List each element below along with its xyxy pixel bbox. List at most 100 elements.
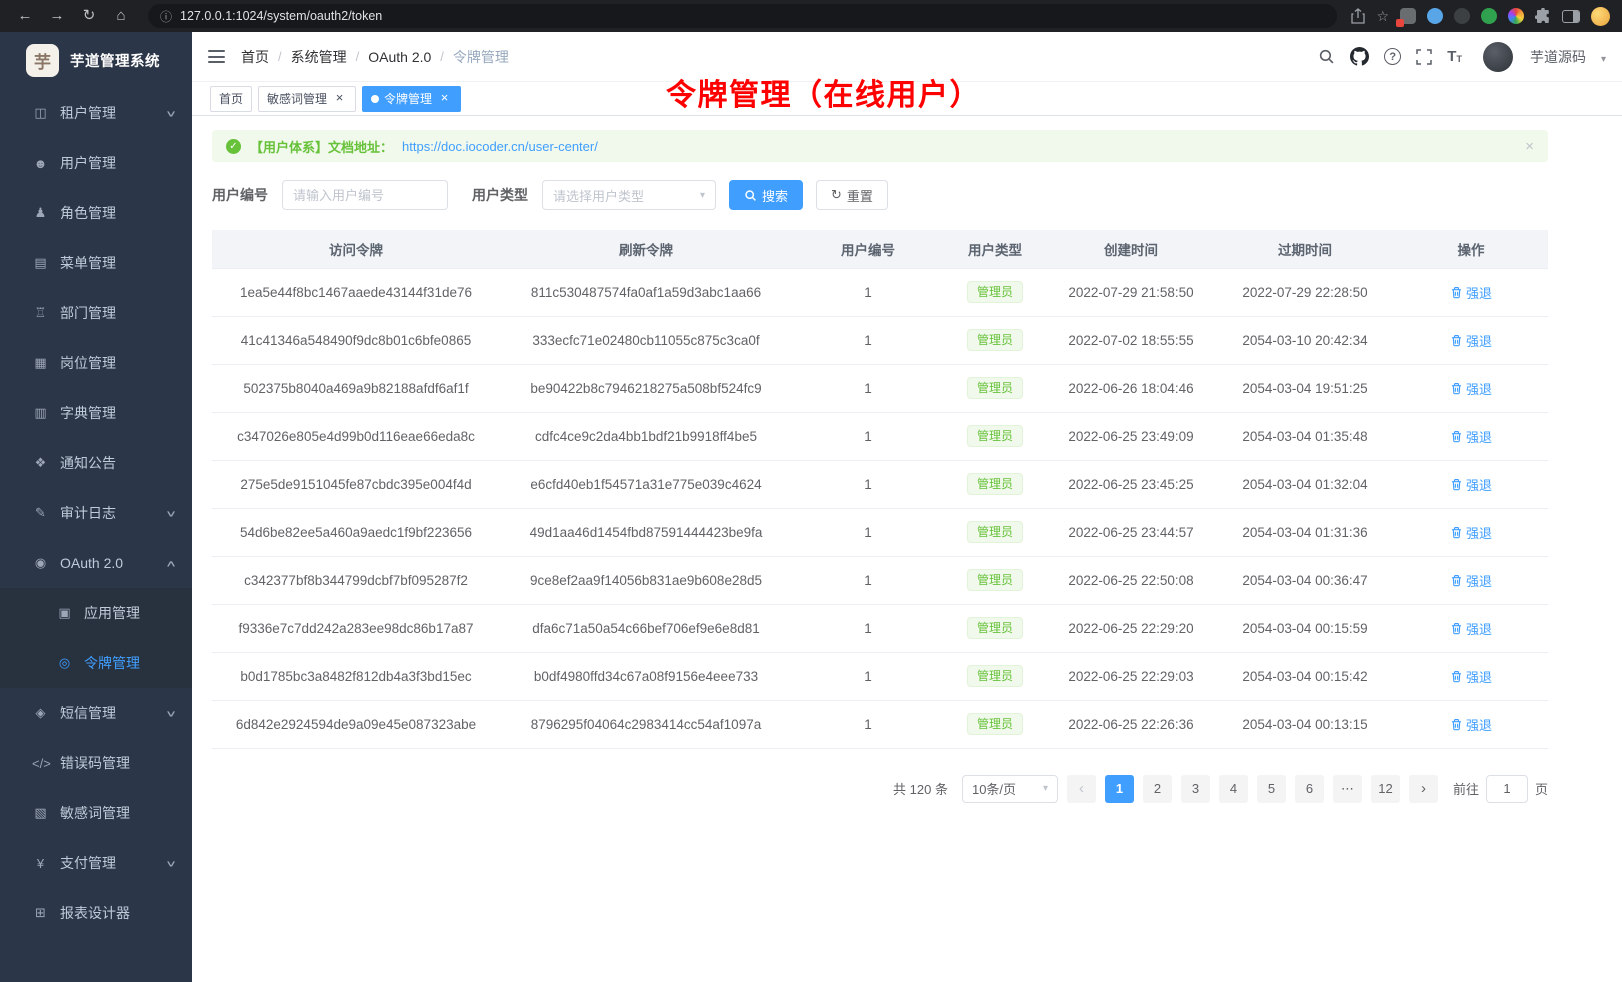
doc-link[interactable]: https://doc.iocoder.cn/user-center/ — [402, 139, 598, 154]
sidebar-item-sms[interactable]: ◈短信管理∨ — [0, 688, 192, 738]
sidebar-item-dept[interactable]: ♖部门管理 — [0, 288, 192, 338]
user-type-cell: 管理员 — [944, 508, 1046, 556]
browser-refresh-icon[interactable]: ↻ — [76, 4, 102, 28]
breadcrumb-separator: / — [356, 49, 360, 64]
search-icon[interactable] — [1318, 48, 1335, 65]
force-logout-label: 强退 — [1466, 523, 1492, 542]
page-size-select[interactable]: 10条/页 ▾ — [962, 775, 1058, 803]
sidebar-item-oauth2[interactable]: ◉OAuth 2.0∧ — [0, 538, 192, 588]
sidebar: 芋 芋道管理系统 ◫租户管理∨☻用户管理♟角色管理▤菜单管理♖部门管理▦岗位管理… — [0, 32, 192, 982]
user-id-input[interactable] — [282, 180, 448, 210]
user-type-cell: 管理员 — [944, 316, 1046, 364]
reset-button[interactable]: ↻ 重置 — [816, 180, 888, 210]
address-bar[interactable]: ⓘ 127.0.0.1:1024/system/oauth2/token — [148, 4, 1337, 28]
breadcrumb-item[interactable]: OAuth 2.0 — [368, 49, 431, 65]
force-logout-button[interactable]: 强退 — [1450, 331, 1492, 350]
force-logout-button[interactable]: 强退 — [1450, 715, 1492, 734]
pagination: 共 120 条 10条/页 ▾ ‹ 123456⋯12 › 前往 页 — [212, 775, 1548, 803]
app-logo[interactable]: 芋 芋道管理系统 — [0, 32, 192, 88]
sidebar-item-pay[interactable]: ¥支付管理∨ — [0, 838, 192, 888]
bookmark-star-icon[interactable]: ☆ — [1376, 8, 1389, 25]
browser-forward-icon[interactable]: → — [44, 4, 70, 28]
user-type-badge: 管理员 — [967, 281, 1023, 303]
sidebar-item-report-designer[interactable]: ⊞报表设计器 — [0, 888, 192, 938]
alert-close-icon[interactable]: × — [1525, 138, 1534, 155]
tab-sensitive-word[interactable]: 敏感词管理 × — [258, 86, 356, 112]
expire-time-cell: 2054-03-04 01:35:48 — [1216, 412, 1394, 460]
extension-rainbow-icon[interactable] — [1508, 8, 1524, 24]
browser-home-icon[interactable]: ⌂ — [108, 4, 134, 28]
force-logout-button[interactable]: 强退 — [1450, 475, 1492, 494]
sidebar-item-user[interactable]: ☻用户管理 — [0, 138, 192, 188]
fullscreen-icon[interactable] — [1416, 49, 1432, 65]
user-icon: ☻ — [32, 156, 49, 171]
force-logout-button[interactable]: 强退 — [1450, 667, 1492, 686]
tags-view: 首页敏感词管理 × 令牌管理 × — [192, 82, 1622, 116]
breadcrumb-separator: / — [440, 49, 444, 64]
access-token-cell: 41c41346a548490f9dc8b01c6bfe0865 — [212, 316, 500, 364]
sidebar-item-post[interactable]: ▦岗位管理 — [0, 338, 192, 388]
sidebar-item-sensitive-word[interactable]: ▧敏感词管理 — [0, 788, 192, 838]
created-time-cell: 2022-06-25 22:29:20 — [1046, 604, 1216, 652]
page-button-2[interactable]: 2 — [1143, 775, 1172, 803]
next-page-button[interactable]: › — [1409, 775, 1438, 803]
sidebar-item-notice[interactable]: ❖通知公告 — [0, 438, 192, 488]
breadcrumb-item[interactable]: 系统管理 — [291, 47, 347, 67]
sidebar-item-menu[interactable]: ▤菜单管理 — [0, 238, 192, 288]
pagination-more-button[interactable]: ⋯ — [1333, 775, 1362, 803]
extension-green-icon[interactable] — [1481, 8, 1497, 24]
breadcrumb-item[interactable]: 首页 — [241, 47, 269, 67]
tab-home[interactable]: 首页 — [210, 86, 252, 112]
force-logout-button[interactable]: 强退 — [1450, 427, 1492, 446]
force-logout-button[interactable]: 强退 — [1450, 619, 1492, 638]
force-logout-button[interactable]: 强退 — [1450, 283, 1492, 302]
tab-close-icon[interactable]: × — [332, 91, 347, 106]
action-cell: 强退 — [1394, 508, 1548, 556]
help-icon[interactable]: ? — [1384, 48, 1401, 65]
user-type-select[interactable]: 请选择用户类型 ▾ — [542, 180, 716, 210]
force-logout-button[interactable]: 强退 — [1450, 523, 1492, 542]
prev-page-button[interactable]: ‹ — [1067, 775, 1096, 803]
tab-close-icon[interactable]: × — [437, 91, 452, 106]
page-button-6[interactable]: 6 — [1295, 775, 1324, 803]
share-icon[interactable] — [1351, 8, 1365, 24]
extension-badge — [1396, 19, 1404, 27]
tab-label: 敏感词管理 — [267, 90, 327, 107]
page-button-4[interactable]: 4 — [1219, 775, 1248, 803]
page-button-3[interactable]: 3 — [1181, 775, 1210, 803]
sidebar-item-tenant[interactable]: ◫租户管理∨ — [0, 88, 192, 138]
extension-badged-icon[interactable] — [1400, 8, 1416, 24]
search-button[interactable]: 搜索 — [729, 180, 803, 210]
sidebar-item-role[interactable]: ♟角色管理 — [0, 188, 192, 238]
sidebar-item-dict[interactable]: ▥字典管理 — [0, 388, 192, 438]
sidebar-item-error-code[interactable]: </>错误码管理 — [0, 738, 192, 788]
app-window: 芋 芋道管理系统 ◫租户管理∨☻用户管理♟角色管理▤菜单管理♖部门管理▦岗位管理… — [0, 32, 1622, 982]
expire-time-cell: 2054-03-04 00:15:59 — [1216, 604, 1394, 652]
user-name[interactable]: 芋道源码 — [1530, 47, 1586, 67]
sidebar-item-oauth2-application[interactable]: ▣应用管理 — [0, 588, 192, 638]
page-size-value: 10条/页 — [972, 779, 1016, 798]
force-logout-button[interactable]: 强退 — [1450, 571, 1492, 590]
extension-dark-icon[interactable] — [1454, 8, 1470, 24]
browser-back-icon[interactable]: ← — [12, 4, 38, 28]
extensions-puzzle-icon[interactable] — [1535, 8, 1551, 24]
github-icon[interactable] — [1350, 47, 1369, 66]
sidebar-item-oauth2-token[interactable]: ◎令牌管理 — [0, 638, 192, 688]
sidebar-toggle-icon[interactable] — [208, 46, 225, 67]
site-info-icon[interactable]: ⓘ — [160, 8, 172, 25]
user-avatar[interactable] — [1483, 42, 1513, 72]
sidebar-menu: ◫租户管理∨☻用户管理♟角色管理▤菜单管理♖部门管理▦岗位管理▥字典管理❖通知公… — [0, 88, 192, 982]
page-button-5[interactable]: 5 — [1257, 775, 1286, 803]
extension-blue-icon[interactable] — [1427, 8, 1443, 24]
page-button-1[interactable]: 1 — [1105, 775, 1134, 803]
sidebar-item-audit-log[interactable]: ✎审计日志∨ — [0, 488, 192, 538]
tab-label: 令牌管理 — [384, 90, 432, 107]
side-panel-icon[interactable] — [1562, 10, 1580, 23]
page-button-12[interactable]: 12 — [1371, 775, 1400, 803]
tab-token[interactable]: 令牌管理 × — [362, 86, 461, 112]
browser-profile-avatar[interactable] — [1591, 7, 1610, 26]
chevron-down-icon: ▾ — [1601, 54, 1606, 65]
force-logout-button[interactable]: 强退 — [1450, 379, 1492, 398]
goto-page-input[interactable] — [1486, 775, 1528, 803]
font-size-icon[interactable]: TT — [1447, 49, 1462, 64]
